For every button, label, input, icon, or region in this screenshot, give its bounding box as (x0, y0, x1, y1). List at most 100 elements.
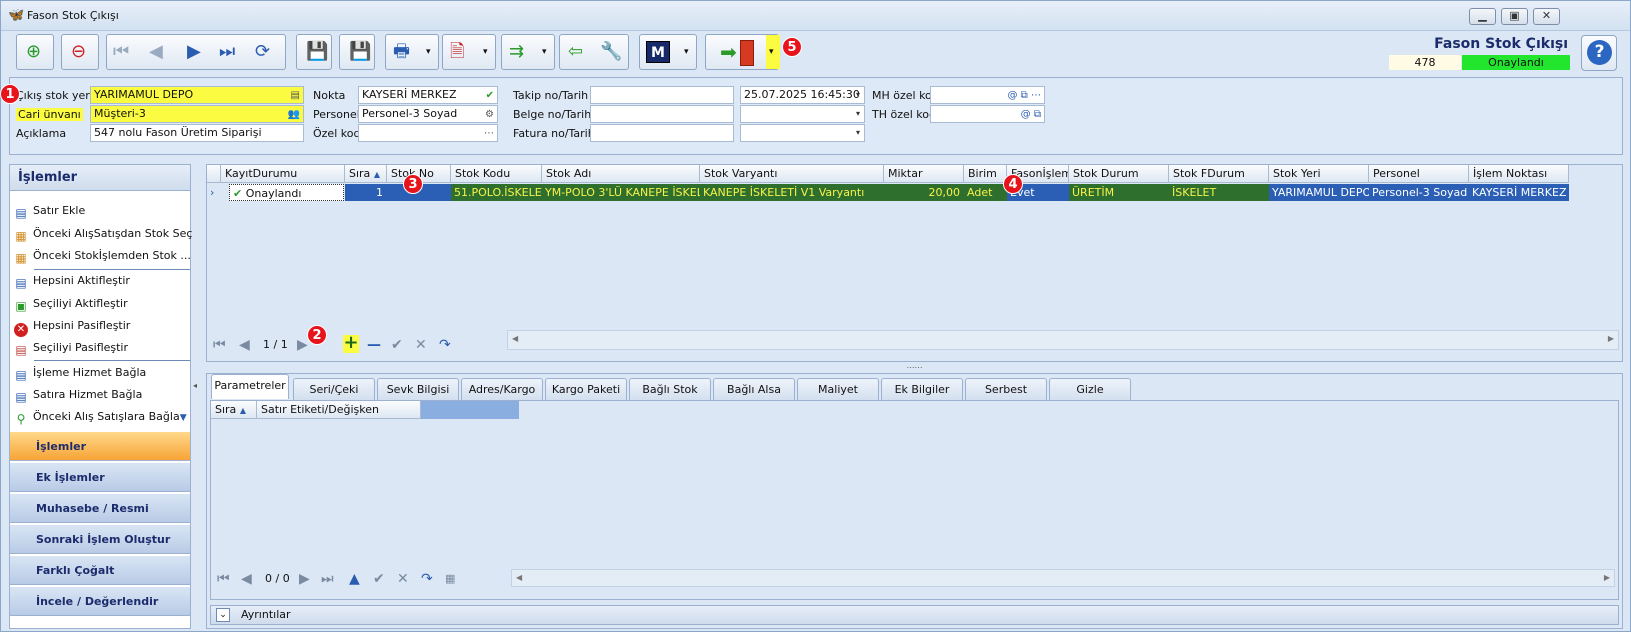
redo-icon[interactable]: ↷ (421, 571, 433, 587)
birim-cell[interactable]: Adet (964, 184, 1007, 201)
at-lookup-icon[interactable]: @ ⧉ (1021, 107, 1041, 122)
tab-bagli-alsa[interactable]: Bağlı Alsa (713, 378, 795, 400)
next-page-icon[interactable]: ▶ (297, 337, 308, 353)
tab-adres-kargo[interactable]: Adres/Kargo (461, 378, 543, 400)
first-record-icon[interactable]: ⏮ (113, 42, 129, 62)
redo-icon[interactable]: ↷ (439, 337, 451, 353)
personel-field[interactable]: Personel-3 Soyad ⚙ (358, 105, 498, 123)
import-icon[interactable]: ⇦ (568, 42, 583, 62)
tab-kargo-paketi[interactable]: Kargo Paketi (545, 378, 627, 400)
aciklama-field[interactable]: 547 nolu Fason Üretim Siparişi (90, 124, 304, 142)
chevron-down-icon[interactable]: ▾ (856, 106, 860, 122)
save-button[interactable]: 💾 (296, 34, 332, 70)
personel-cell[interactable]: Personel-3 Soyad (1369, 184, 1469, 201)
group-islemler[interactable]: İşlemler (10, 431, 190, 461)
previous-page-icon[interactable]: ◀ (239, 337, 250, 353)
column-header[interactable]: Miktar (884, 165, 964, 183)
export-button[interactable]: ⇉ ▾ (501, 34, 555, 70)
stok-durum-cell[interactable]: ÜRETİM (1069, 184, 1169, 201)
details-expander[interactable]: ⌄ Ayrıntılar (210, 605, 1619, 625)
tab-serbest-alanlar[interactable]: Serbest Alanlar (965, 378, 1047, 417)
scroll-left-icon[interactable]: ◀ (516, 573, 522, 582)
chevron-down-icon[interactable]: ▾ (856, 125, 860, 141)
group-ek-islemler[interactable]: Ek İşlemler (10, 462, 190, 492)
next-record-icon[interactable]: ▶ (187, 42, 201, 62)
fatura-tarih-field[interactable]: ▾ (740, 124, 865, 142)
belge-no-field[interactable] (590, 105, 734, 123)
scroll-down-icon[interactable]: ▼ (180, 413, 187, 423)
previous-record-icon[interactable]: ◀ (149, 42, 163, 62)
cancel-save-button[interactable]: 💾 (339, 34, 375, 70)
sidebar-item-isleme-hizmet[interactable]: ▤ İşleme Hizmet Bağla (14, 363, 186, 383)
help-button[interactable]: ? (1581, 35, 1617, 71)
move-up-icon[interactable]: ▲ (349, 571, 360, 587)
tab-bagli-stok[interactable]: Bağlı Stok (629, 378, 711, 400)
confirm-edit-icon[interactable]: ✔ (373, 571, 385, 587)
group-sonraki-islem[interactable]: Sonraki İşlem Oluştur (10, 524, 190, 554)
column-header[interactable]: Sıra ▲ (345, 165, 387, 183)
expand-chevron-icon[interactable]: ⌄ (216, 608, 230, 622)
column-header[interactable]: Stok Kodu (451, 165, 542, 183)
stok-varyanti-cell[interactable]: KANEPE İSKELETİ V1 Varyantı (700, 184, 884, 201)
tools-icon[interactable]: 🔧 (600, 42, 622, 62)
m-module-button[interactable]: M ▾ (639, 34, 697, 70)
stok-adi-cell[interactable]: YM-POLO 3'LÜ KANEPE İSKELET (542, 184, 700, 201)
close-button[interactable]: ✕ (1533, 8, 1560, 25)
group-muhasebe[interactable]: Muhasebe / Resmi İşlemler (10, 493, 190, 545)
refresh-icon[interactable]: ⟳ (255, 42, 270, 62)
sidebar-item-hepsini-pasif[interactable]: ✕ Hepsini Pasifleştir (14, 316, 186, 337)
tab-parametreler[interactable]: Parametreler (211, 374, 289, 399)
scroll-right-icon[interactable]: ▶ (1604, 573, 1610, 582)
horizontal-scrollbar[interactable]: ◀ ▶ (511, 569, 1615, 587)
restore-button[interactable]: ▣ (1501, 8, 1528, 25)
sidebar-collapse-handle[interactable]: ◂ (193, 381, 197, 390)
minimize-button[interactable]: ▁ (1469, 8, 1496, 25)
stok-fdurum-cell[interactable]: İSKELET (1169, 184, 1269, 201)
takip-no-field[interactable] (590, 86, 734, 104)
last-page-icon[interactable]: ⏭ (321, 571, 334, 587)
group-incele[interactable]: İncele / Değerlendir (10, 586, 190, 616)
person-lookup-icon[interactable]: ⚙ (485, 107, 494, 122)
tab-gizle[interactable]: Gizle (1049, 378, 1131, 400)
at-lookup-icon[interactable]: @ ⧉ ⋯ (1008, 88, 1042, 103)
sidebar-item-satira-hizmet[interactable]: ▤ Satıra Hizmet Bağla (14, 385, 186, 405)
people-icon[interactable]: 👥 (288, 107, 300, 122)
first-page-icon[interactable]: ⏮ (217, 571, 230, 587)
ellipsis-icon[interactable]: ⋯ (484, 126, 494, 141)
kayit-durumu-cell[interactable]: ✔ Onaylandı (229, 184, 344, 201)
sidebar-item-onceki-alis-bagla[interactable]: ⚲ Önceki Alış Satışlara Bağla▼ (14, 407, 187, 427)
islem-noktasi-cell[interactable]: KAYSERİ MERKEZ (1469, 184, 1569, 201)
nokta-field[interactable]: KAYSERİ MERKEZ ✔ (358, 86, 498, 104)
previous-page-icon[interactable]: ◀ (241, 571, 252, 587)
sidebar-item-onceki-stokislem[interactable]: ▦ Önceki Stokİşlemden Stok ... (14, 246, 191, 266)
fatura-no-field[interactable] (590, 124, 734, 142)
add-row-icon[interactable]: + (343, 334, 359, 353)
group-farkli-cogalt[interactable]: Farklı Çoğalt (10, 555, 190, 585)
sidebar-item-secili-pasif[interactable]: ▤ Seçiliyi Pasifleştir (14, 338, 186, 358)
th-ozel-kod-field[interactable]: @ ⧉ (930, 105, 1045, 123)
next-page-icon[interactable]: ▶ (299, 571, 310, 587)
sidebar-item-satir-ekle[interactable]: ▤ Satır Ekle (14, 201, 186, 221)
tab-maliyet[interactable]: Maliyet (797, 378, 879, 400)
cikis-stok-yeri-field[interactable]: YARIMAMUL DEPO ▤ (90, 86, 304, 104)
horizontal-scrollbar[interactable]: ◀ ▶ (507, 330, 1619, 350)
stok-yeri-cell[interactable]: YARIMAMUL DEPO (1269, 184, 1369, 201)
first-page-icon[interactable]: ⏮ (213, 337, 226, 353)
belge-tarih-field[interactable]: ▾ (740, 105, 865, 123)
miktar-cell[interactable]: 20,00 (884, 184, 964, 201)
sidebar-item-hepsini-aktif[interactable]: ▤ Hepsini Aktifleştir (14, 271, 186, 291)
confirm-edit-icon[interactable]: ✔ (391, 337, 403, 353)
check-icon[interactable]: ✔ (486, 88, 494, 103)
cari-unvani-field[interactable]: Müşteri-3 👥 (90, 105, 304, 123)
grid-options-icon[interactable]: ▦ (445, 571, 455, 587)
column-header[interactable]: Sıra ▲ (211, 401, 257, 419)
scroll-right-icon[interactable]: ▶ (1608, 334, 1614, 343)
column-header[interactable]: Stok Durum (1069, 165, 1169, 183)
new-button[interactable]: ⊕ (16, 34, 54, 70)
exit-button[interactable]: ➡ ▾ (705, 34, 780, 70)
column-header[interactable]: Birim (964, 165, 1007, 183)
scroll-left-icon[interactable]: ◀ (512, 334, 518, 343)
column-header[interactable]: Stok Yeri (1269, 165, 1369, 183)
column-header[interactable]: Stok Varyantı (700, 165, 884, 183)
delete-button[interactable]: ⊖ (61, 34, 99, 70)
